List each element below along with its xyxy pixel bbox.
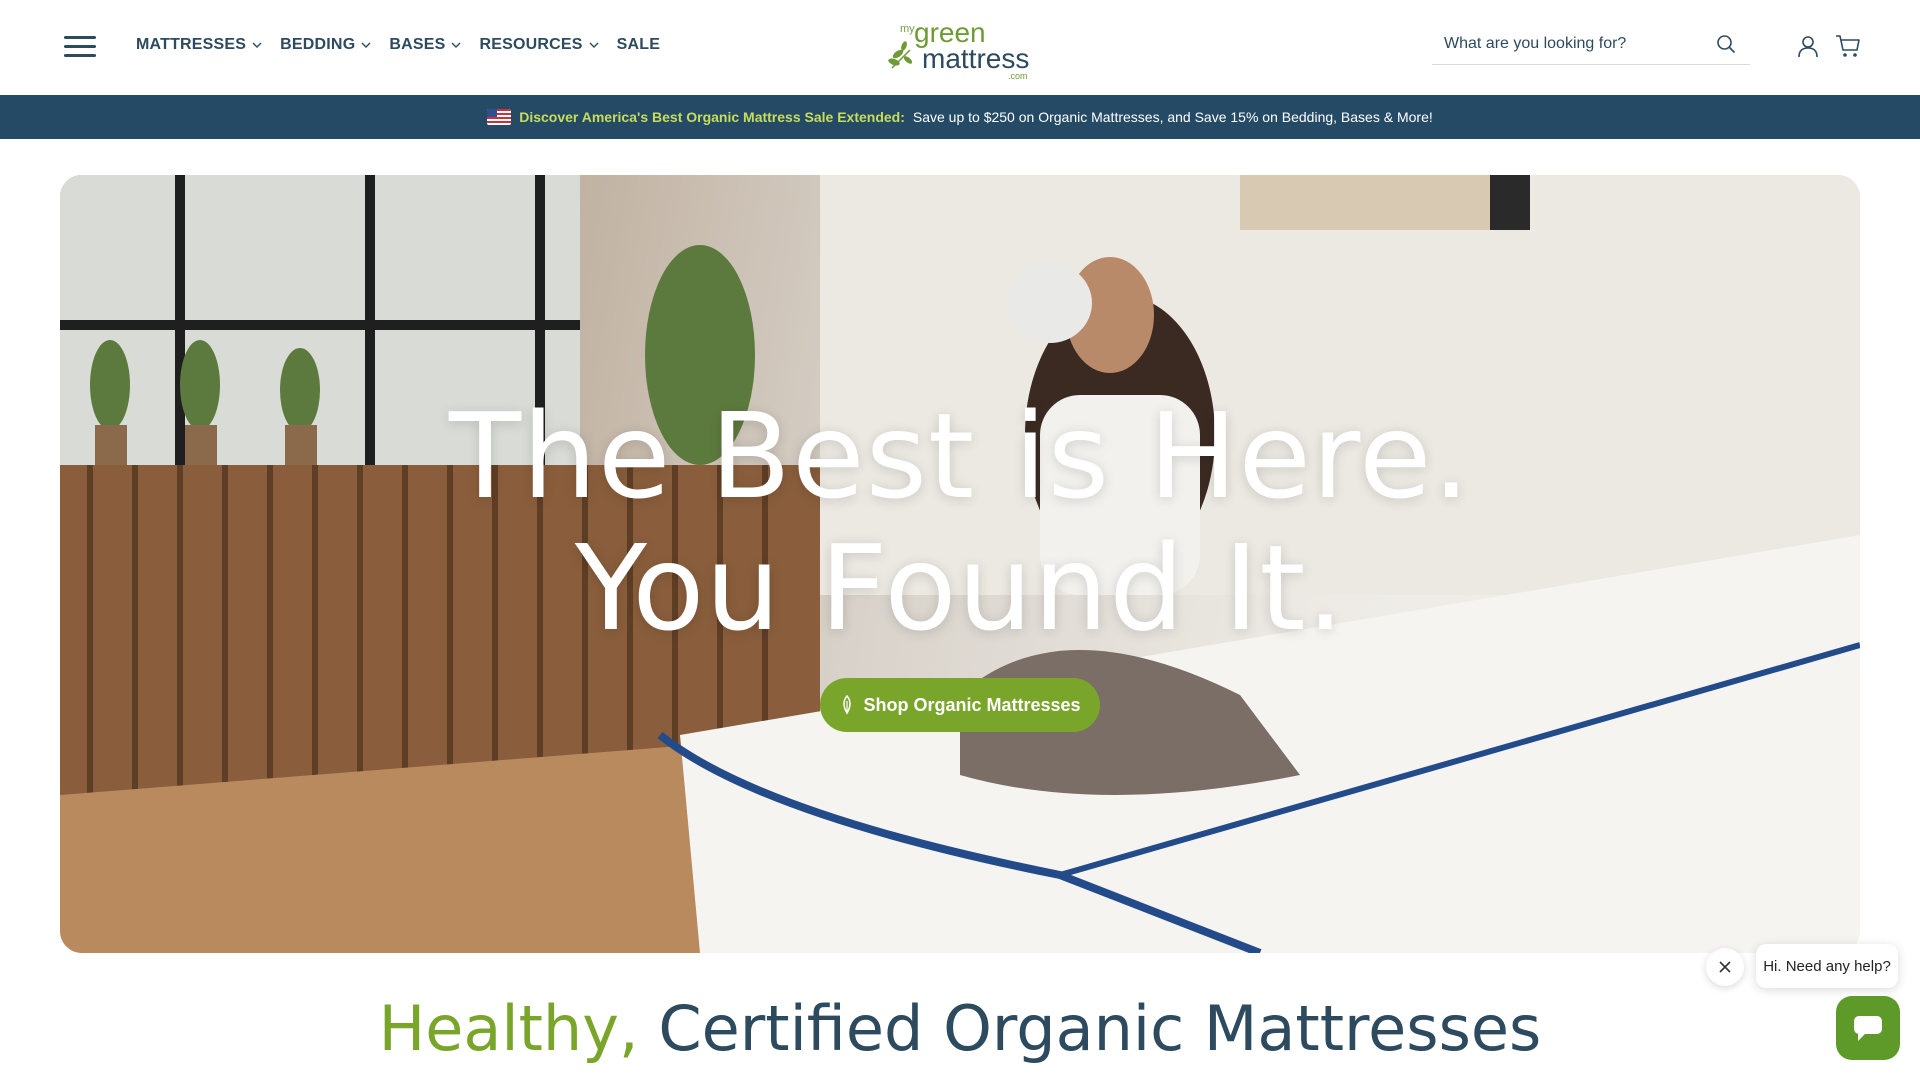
svg-text:.com: .com [1008, 71, 1028, 80]
nav-bedding[interactable]: BEDDING [280, 36, 372, 54]
leaf-icon [843, 695, 852, 715]
chevron-down-icon [361, 42, 371, 48]
hero-line-2: You Found It. [574, 519, 1346, 657]
close-icon [1719, 961, 1731, 973]
hero-headline: The Best is Here. You Found It. [60, 390, 1860, 654]
svg-text:mattress: mattress [922, 43, 1029, 74]
nav-bedding-label: BEDDING [280, 36, 356, 53]
chat-greeting-text: Hi. Need any help? [1763, 957, 1891, 975]
leaf-icon [888, 41, 913, 69]
chevron-down-icon [252, 42, 262, 48]
nav-mattresses[interactable]: MATTRESSES [136, 36, 263, 54]
nav-sale-label: SALE [616, 36, 661, 53]
site-logo[interactable]: my green mattress .com [884, 16, 1036, 80]
cart-icon[interactable] [1835, 34, 1861, 58]
search-input[interactable] [1432, 26, 1726, 62]
nav-bases[interactable]: BASES [389, 36, 462, 54]
shop-organic-mattresses-button[interactable]: Shop Organic Mattresses [820, 678, 1100, 732]
chat-icon [1854, 1016, 1882, 1041]
section-heading-text: Certified Organic Mattresses [658, 992, 1542, 1065]
nav-bases-label: BASES [389, 36, 446, 53]
hero-banner: The Best is Here. You Found It. Shop Org… [60, 175, 1860, 953]
main-nav: MATTRESSES BEDDING BASES RESOURCES SALE [136, 36, 677, 54]
site-header: MATTRESSES BEDDING BASES RESOURCES SALE … [0, 0, 1920, 96]
promo-banner[interactable]: Discover America's Best Organic Mattress… [0, 95, 1920, 139]
cta-label: Shop Organic Mattresses [863, 694, 1081, 715]
chat-launcher-button[interactable] [1836, 996, 1900, 1060]
section-heading-accent: Healthy, [378, 992, 639, 1065]
search-icon[interactable] [1716, 34, 1736, 54]
search-bar [1432, 26, 1750, 65]
hero-line-1: The Best is Here. [449, 387, 1471, 525]
promo-text: Save up to $250 on Organic Mattresses, a… [912, 109, 1433, 125]
chat-dismiss-button[interactable] [1706, 948, 1744, 986]
user-icon[interactable] [1797, 34, 1819, 58]
nav-mattresses-label: MATTRESSES [136, 36, 247, 53]
nav-sale[interactable]: SALE [617, 36, 660, 54]
menu-icon[interactable] [64, 36, 96, 58]
chat-greeting[interactable]: Hi. Need any help? [1756, 944, 1898, 988]
us-flag-icon [487, 109, 512, 125]
section-heading: Healthy, Certified Organic Mattresses [0, 992, 1920, 1065]
svg-text:my: my [900, 23, 915, 35]
chevron-down-icon [589, 42, 599, 48]
nav-resources-label: RESOURCES [479, 36, 583, 53]
chevron-down-icon [451, 42, 461, 48]
promo-highlight: Discover America's Best Organic Mattress… [519, 109, 905, 125]
nav-resources[interactable]: RESOURCES [479, 36, 599, 54]
